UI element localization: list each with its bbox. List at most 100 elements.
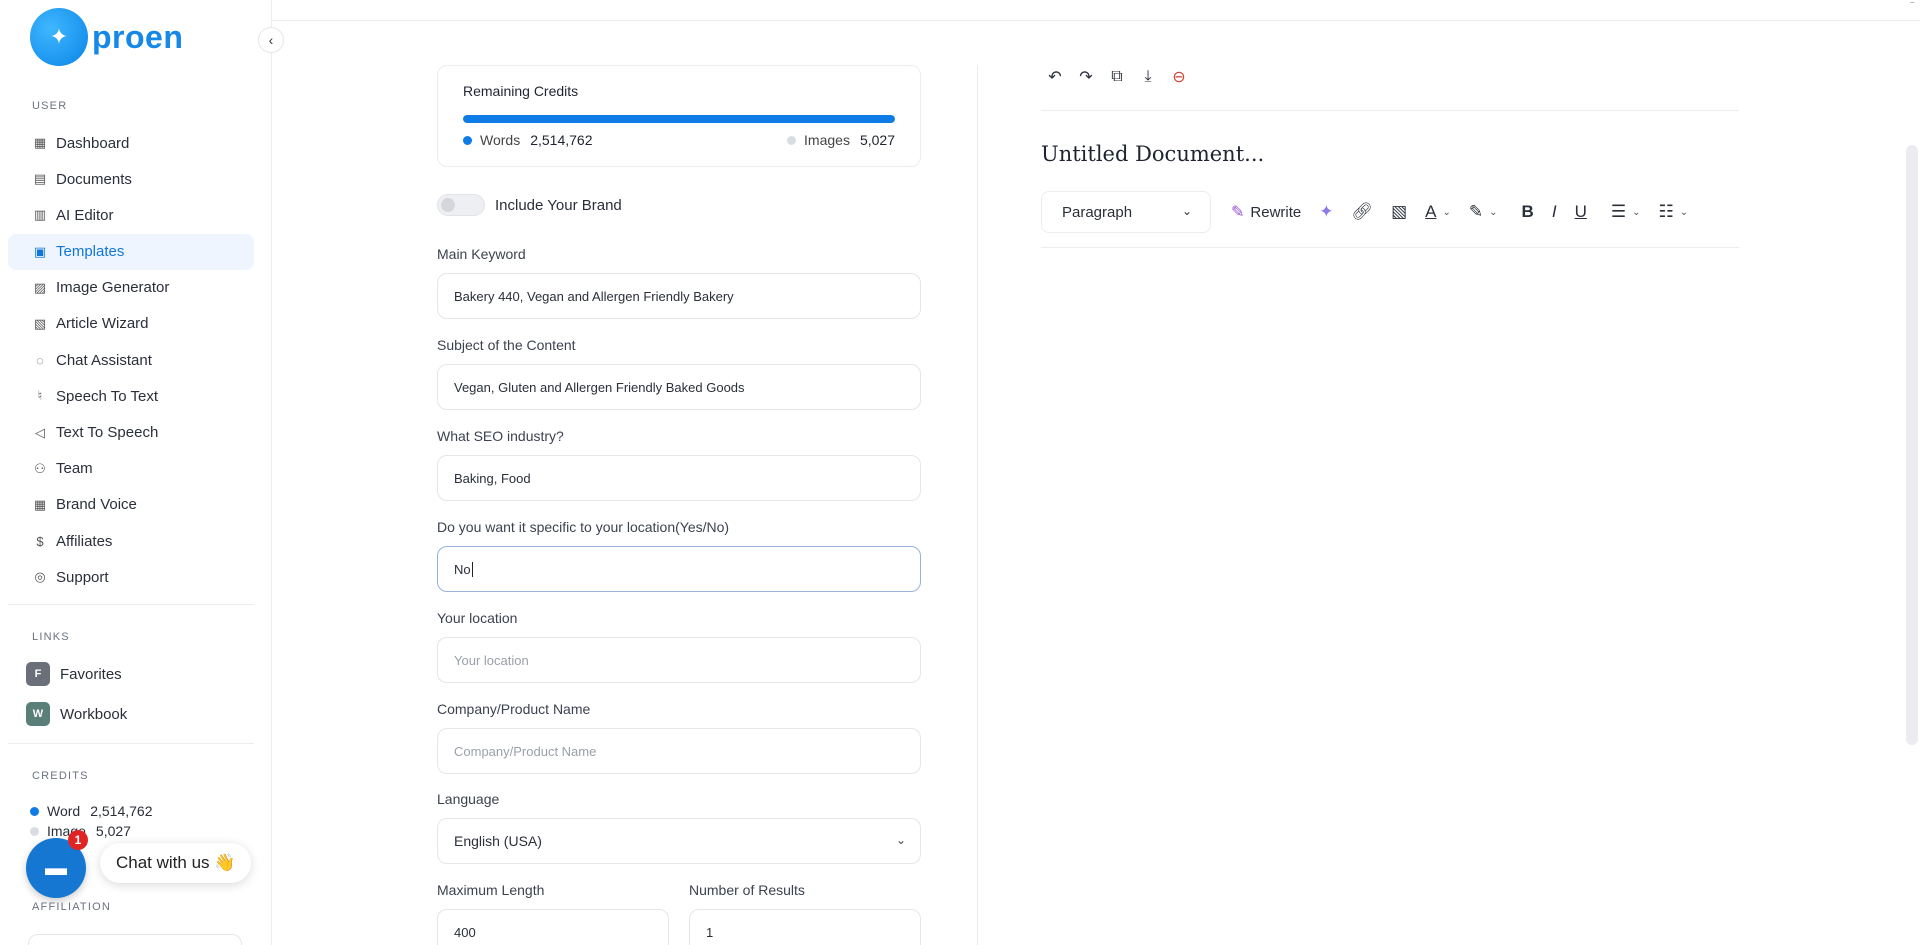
rewrite-button[interactable]: ✎ Rewrite [1231, 202, 1301, 222]
sidebar-item-dashboard[interactable]: ▦ Dashboard [8, 125, 254, 161]
affiliation-box[interactable] [28, 934, 242, 945]
link-workbook[interactable]: W Workbook [26, 702, 127, 726]
chevron-down-icon: ⌄ [1181, 204, 1192, 218]
text-color-icon[interactable]: A ⌄ [1425, 202, 1451, 222]
include-brand-toggle[interactable] [437, 194, 485, 216]
sidebar-item-text-to-speech[interactable]: ◁ Text To Speech [8, 415, 254, 451]
image-dot [30, 826, 39, 836]
sidebar-nav: ▦ Dashboard ▤ Documents ▥ AI Editor ▣ Templa… [8, 125, 254, 595]
credit-word: Word 2,514,762 [30, 803, 153, 819]
sidebar-item-label: Documents [56, 170, 132, 188]
sidebar-item-team[interactable]: ⚇ Team [8, 451, 254, 487]
archive-icon: ▤ [33, 171, 47, 187]
pencil-icon: ✎ [1231, 204, 1245, 221]
sidebar-item-label: AI Editor [56, 206, 114, 224]
sidebar-item-image-generator[interactable]: ▨ Image Generator [8, 270, 254, 306]
copy-icon[interactable]: ⧉ [1108, 68, 1126, 86]
ai-sparkle-icon[interactable]: ✦ [1319, 202, 1333, 222]
download-icon[interactable]: ⤓ [1139, 68, 1157, 86]
sidebar-item-label: Article Wizard [56, 315, 149, 333]
bold-icon[interactable]: B [1522, 202, 1534, 222]
subject-label: Subject of the Content [437, 337, 576, 353]
insert-image-icon[interactable]: ▧ [1391, 202, 1407, 222]
sidebar-divider [8, 743, 254, 744]
subject-value: Vegan, Gluten and Allergen Friendly Bake… [454, 379, 745, 395]
max-length-input[interactable]: 400 [437, 909, 669, 945]
links-section-label: LINKS [32, 631, 70, 643]
format-toolbar-divider [1041, 247, 1739, 248]
collapse-sidebar-button[interactable]: ‹ [258, 27, 284, 53]
chevron-down-icon: ⌄ [1679, 206, 1689, 218]
link-icon[interactable]: 🔗︎ [1352, 202, 1374, 222]
include-brand-label: Include Your Brand [495, 196, 622, 214]
num-results-label: Number of Results [689, 882, 805, 898]
credits-progress-bar [463, 115, 895, 123]
sidebar-item-chat-assistant[interactable]: ◌ Chat Assistant [8, 342, 254, 378]
delete-icon[interactable]: ⊖ [1170, 68, 1188, 86]
your-location-label: Your location [437, 610, 518, 626]
format-toolbar: Paragraph ⌄ ✎ Rewrite ✦ 🔗︎ ▧ A ⌄ ✎ ⌄ B I U… [1041, 191, 1688, 233]
words-label: Words [480, 132, 521, 148]
undo-icon[interactable]: ↶ [1046, 68, 1064, 86]
images-label: Images [804, 132, 850, 148]
seo-industry-input[interactable]: Baking, Food [437, 455, 921, 501]
brand-name: proen [92, 18, 184, 55]
favorites-badge: F [26, 662, 50, 686]
underline-icon[interactable]: U [1575, 202, 1587, 222]
link-favorites[interactable]: F Favorites [26, 662, 122, 686]
sidebar-item-article-wizard[interactable]: ▧ Article Wizard [8, 306, 254, 342]
lifebuoy-icon: ◎ [34, 569, 46, 585]
page-scrollbar[interactable] [1906, 145, 1918, 745]
location-specific-value: No [454, 561, 471, 577]
company-name-label: Company/Product Name [437, 701, 591, 717]
layout-icon: ▦ [33, 496, 47, 512]
sidebar-item-brand-voice[interactable]: ▦ Brand Voice [8, 487, 254, 523]
sidebar-item-speech-to-text[interactable]: ♮ Speech To Text [8, 378, 254, 414]
paragraph-select[interactable]: Paragraph ⌄ [1041, 191, 1211, 233]
user-section-label: USER [32, 100, 68, 112]
chat-with-us-bubble[interactable]: Chat with us 👋 [100, 843, 252, 883]
grid-icon: ▦ [33, 135, 47, 150]
company-name-input[interactable]: Company/Product Name [437, 728, 921, 774]
redo-icon[interactable]: ↷ [1077, 68, 1095, 86]
sidebar-item-support[interactable]: ◎ Support [8, 559, 254, 595]
sidebar-item-affiliates[interactable]: $ Affiliates [8, 523, 254, 559]
your-location-input[interactable]: Your location [437, 637, 921, 683]
company-name-placeholder: Company/Product Name [454, 743, 597, 759]
editor-toolbar: ↶ ↷ ⧉ ⤓ ⊖ [1046, 68, 1201, 86]
sidebar-item-label: Affiliates [56, 532, 113, 550]
logo[interactable]: ✦ proen [30, 8, 183, 66]
num-results-input[interactable]: 1 [689, 909, 921, 945]
sidebar-item-documents[interactable]: ▤ Documents [8, 161, 254, 197]
bullet-list-icon[interactable]: ☰ ⌄ [1611, 202, 1641, 222]
main-keyword-input[interactable]: Bakery 440, Vegan and Allergen Friendly … [437, 273, 921, 319]
chevron-left-icon: ‹ [268, 32, 274, 48]
words-dot [463, 135, 472, 145]
max-length-label: Maximum Length [437, 882, 545, 898]
language-select[interactable]: English (USA) ⌄ [437, 818, 921, 864]
sidebar-item-label: Team [56, 460, 93, 478]
dollar-icon: $ [36, 533, 44, 549]
mic-icon: ♮ [37, 388, 43, 404]
sidebar-item-templates[interactable]: ▣ Templates [8, 233, 254, 270]
main-keyword-label: Main Keyword [437, 246, 526, 262]
location-specific-input[interactable]: No [437, 546, 921, 592]
image-icon: ▨ [33, 279, 47, 295]
document-title[interactable]: Untitled Document... [1041, 142, 1264, 166]
sidebar-item-ai-editor[interactable]: ▥ AI Editor [8, 197, 254, 233]
credit-value: 2,514,762 [90, 803, 153, 819]
credit-value: 5,027 [95, 823, 131, 839]
chevron-down-icon: ⌄ [895, 833, 906, 847]
italic-icon[interactable]: I [1552, 202, 1557, 222]
chat-notification-badge: 1 [68, 830, 88, 850]
workbook-badge: W [26, 702, 50, 726]
user-plus-icon: ⚇ [34, 460, 46, 476]
numbered-list-icon[interactable]: ☷ ⌄ [1658, 202, 1688, 222]
seo-industry-label: What SEO industry? [437, 428, 564, 444]
highlight-icon[interactable]: ✎ ⌄ [1469, 202, 1498, 222]
link-label: Favorites [60, 665, 122, 683]
chevron-down-icon: ⌄ [1442, 206, 1451, 218]
text-caret [471, 561, 473, 577]
subject-input[interactable]: Vegan, Gluten and Allergen Friendly Bake… [437, 364, 921, 410]
credits-progress-fill [463, 115, 895, 123]
